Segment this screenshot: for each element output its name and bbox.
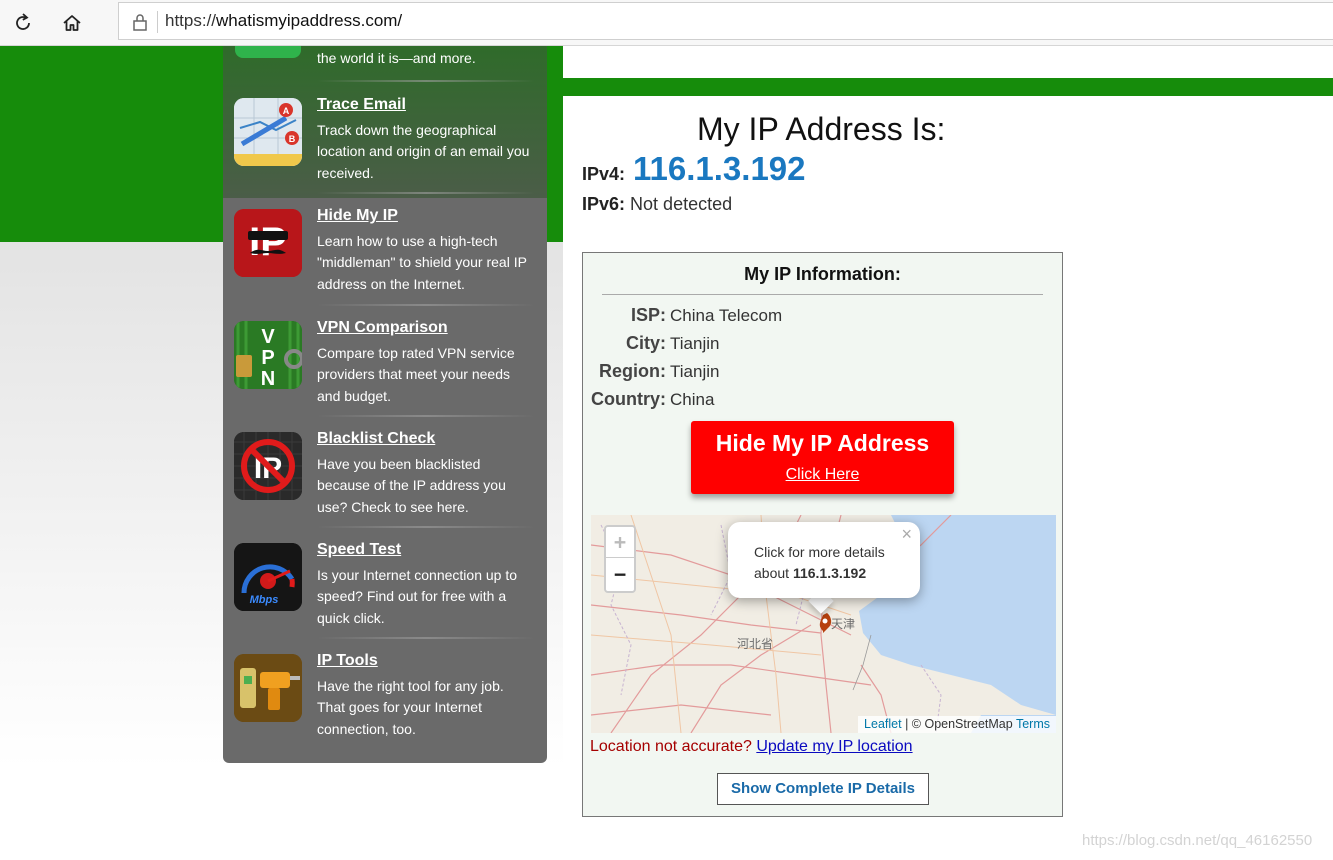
svg-text:Mbps: Mbps — [250, 594, 279, 606]
terms-link[interactable]: Terms — [1016, 717, 1050, 731]
info-row-country: Country: China — [583, 389, 1062, 413]
ip-heading: My IP Address Is: — [697, 111, 946, 147]
zoom-out-button[interactable]: − — [606, 559, 634, 590]
sidebar-item-desc: Have you been blacklisted because of the… — [317, 456, 506, 515]
content-top-strip — [563, 46, 1333, 78]
vpn-icon[interactable]: V P N — [234, 321, 302, 389]
sidebar-item-title[interactable]: Blacklist Check — [317, 430, 435, 448]
sidebar-divider — [317, 526, 535, 528]
sidebar-item-desc: Is your Internet connection up to speed?… — [317, 567, 518, 626]
refresh-icon[interactable] — [8, 8, 38, 38]
sidebar-divider — [317, 637, 535, 639]
hide-button-link[interactable]: Click Here — [691, 466, 954, 484]
sidebar-divider — [317, 80, 535, 82]
info-key: Region: — [599, 361, 666, 381]
svg-text:N: N — [261, 368, 275, 389]
url-prefix: https:// — [165, 11, 217, 30]
sidebar-item-desc: Learn how to use a high-tech "middleman"… — [317, 233, 527, 292]
map-popup[interactable]: × Click for more details about 116.1.3.1… — [728, 522, 920, 598]
map-attribution: Leaflet | © OpenStreetMap Terms — [858, 716, 1056, 733]
blacklist-icon[interactable]: IP — [234, 432, 302, 500]
sidebar-divider — [317, 192, 535, 194]
sidebar-item-title[interactable]: Hide My IP — [317, 207, 398, 225]
map-label-hebei: 河北省 — [737, 637, 774, 651]
trace-email-icon[interactable]: A B — [234, 98, 302, 166]
sidebar-item-blacklist-check[interactable]: IP Blacklist Check Have you been blackli… — [223, 423, 547, 534]
info-value: Tianjin — [670, 334, 720, 353]
info-value: China Telecom — [670, 306, 783, 325]
sidebar-item-title[interactable]: Trace Email — [317, 96, 406, 114]
popup-text: Click for more details about 116.1.3.192 — [754, 542, 920, 584]
popup-ip: 116.1.3.192 — [792, 565, 867, 581]
info-key: Country: — [591, 389, 666, 409]
lock-icon — [131, 12, 149, 32]
sidebar-item-title[interactable]: Speed Test — [317, 541, 401, 559]
svg-text:IP: IP — [249, 220, 287, 264]
location-question: Location not accurate? — [590, 738, 752, 755]
sidebar-divider — [317, 415, 535, 417]
speed-test-icon[interactable]: Mbps — [234, 543, 302, 611]
sidebar-item-ip-tools[interactable]: IP Tools Have the right tool for any job… — [223, 645, 547, 756]
osm-attribution: | © OpenStreetMap — [905, 717, 1013, 731]
sidebar-item-title[interactable]: VPN Comparison — [317, 319, 448, 337]
sidebar-item-hide-my-ip[interactable]: IP Hide My IP Learn how to use a high-te… — [223, 200, 547, 311]
ip-tools-icon[interactable] — [234, 654, 302, 722]
hide-button-title: Hide My IP Address — [715, 430, 930, 456]
info-row-isp: ISP: China Telecom — [583, 305, 1062, 329]
sidebar: the world it is—and more. A B Trace Emai… — [223, 46, 547, 763]
update-location-link[interactable]: Update my IP location — [756, 738, 912, 755]
svg-text:V: V — [261, 326, 275, 348]
info-row-region: Region: Tianjin — [583, 361, 1062, 385]
ipv6-line: IPv6: Not detected — [582, 194, 732, 215]
leaflet-link[interactable]: Leaflet — [864, 717, 902, 731]
address-bar[interactable]: https://whatismyipaddress.com/ — [118, 2, 1333, 40]
info-divider — [602, 294, 1043, 295]
hide-my-ip-button[interactable]: Hide My IP Address Click Here — [691, 421, 954, 494]
zoom-in-button[interactable]: + — [606, 527, 634, 558]
show-complete-details-button[interactable]: Show Complete IP Details — [717, 773, 929, 805]
watermark: https://blog.csdn.net/qq_46162550 — [1082, 832, 1313, 849]
sidebar-item-title[interactable]: IP Tools — [317, 652, 378, 670]
browser-toolbar: https://whatismyipaddress.com/ — [0, 0, 1333, 46]
location-map[interactable]: 河北省 天津 + − × Click for more details abou… — [591, 515, 1056, 733]
url-host: whatismyipaddress.com/ — [216, 11, 403, 30]
ipv6-label: IPv6: — [582, 194, 626, 214]
info-key: City: — [626, 333, 666, 353]
info-title: My IP Information: — [744, 264, 901, 284]
ipv6-value: Not detected — [630, 194, 733, 214]
sidebar-cutoff-text: the world it is—and more. — [317, 50, 476, 66]
info-key: ISP: — [630, 305, 666, 325]
map-label-tianjin: 天津 — [831, 617, 856, 631]
svg-text:P: P — [261, 347, 274, 369]
sidebar-item-trace-email[interactable]: A B Trace Email Track down the geographi… — [223, 89, 547, 200]
location-accuracy-line: Location not accurate? Update my IP loca… — [590, 738, 913, 756]
info-value: Tianjin — [670, 362, 720, 381]
cutoff-item-icon — [235, 46, 301, 58]
ipv4-value[interactable]: 116.1.3.192 — [633, 150, 806, 188]
sidebar-item-desc: Track down the geographical location and… — [317, 122, 530, 181]
sidebar-divider — [317, 304, 535, 306]
svg-text:B: B — [289, 134, 296, 144]
map-zoom-control: + − — [604, 525, 636, 593]
info-row-city: City: Tianjin — [583, 333, 1062, 357]
sidebar-item-desc: Have the right tool for any job. That go… — [317, 678, 504, 737]
sidebar-item-vpn-comparison[interactable]: V P N VPN Comparison Compare top rated V… — [223, 312, 547, 423]
sidebar-item-desc: Compare top rated VPN service providers … — [317, 345, 515, 404]
address-separator — [157, 11, 158, 33]
hide-ip-icon[interactable]: IP — [234, 209, 302, 277]
home-icon[interactable] — [57, 8, 87, 38]
ip-info-box: My IP Information: ISP: China Telecom Ci… — [582, 252, 1063, 817]
sidebar-item-speed-test[interactable]: Mbps Speed Test Is your Internet connect… — [223, 534, 547, 645]
url-text[interactable]: https://whatismyipaddress.com/ — [165, 11, 402, 31]
svg-text:A: A — [283, 106, 290, 116]
info-value: China — [670, 390, 715, 409]
content-green-bar — [563, 78, 1333, 96]
ipv4-label: IPv4: — [582, 164, 626, 184]
